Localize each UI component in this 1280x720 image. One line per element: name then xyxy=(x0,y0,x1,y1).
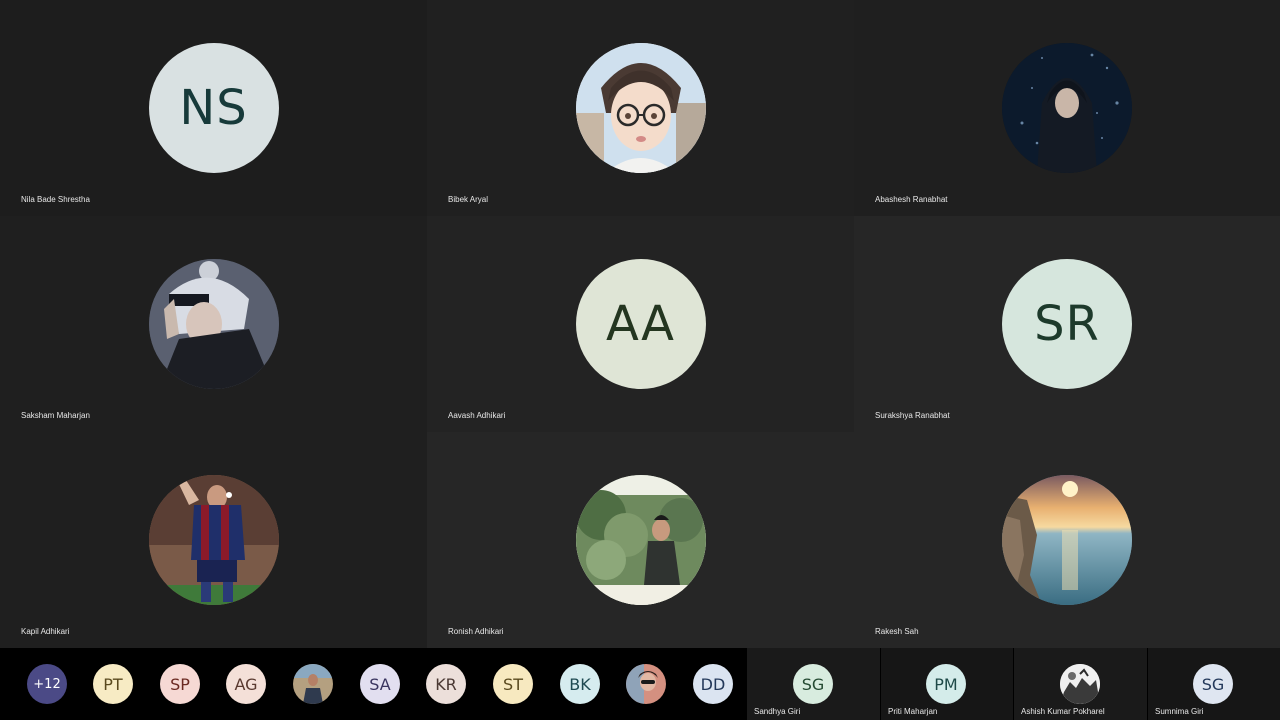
strip-avatar[interactable]: AG xyxy=(226,664,266,704)
avatar-initials: KR xyxy=(435,674,457,694)
avatar-initials: NS xyxy=(179,80,248,136)
participant-name: Ashish Kumar Pokharel xyxy=(1021,707,1105,716)
strip-avatar[interactable]: BK xyxy=(560,664,600,704)
avatar xyxy=(575,43,706,173)
avatar: NS xyxy=(148,43,279,173)
avatar xyxy=(148,259,279,389)
participant-tile[interactable]: Kapil Adhikari xyxy=(0,432,427,648)
participant-tile-small[interactable]: PM Priti Maharjan xyxy=(881,648,1013,720)
participant-tile-small[interactable]: SG Sandhya Giri xyxy=(747,648,880,720)
participant-tile[interactable]: Rakesh Sah xyxy=(854,432,1280,648)
avatar-initials: SA xyxy=(369,674,391,694)
avatar-initials: PM xyxy=(934,674,958,694)
strip-avatar[interactable] xyxy=(626,664,666,704)
person-photo-2 xyxy=(626,664,666,704)
participant-name: Priti Maharjan xyxy=(888,707,938,716)
participant-name: Sumnima Giri xyxy=(1155,707,1204,716)
participant-tile[interactable]: Saksham Maharjan xyxy=(0,216,427,432)
strip-avatar[interactable]: ST xyxy=(493,664,533,704)
avatar-initials: SR xyxy=(1034,296,1100,352)
strip-avatar[interactable]: DD xyxy=(693,664,733,704)
participant-name: Surakshya Ranabhat xyxy=(875,411,950,420)
avatar-initials: AA xyxy=(605,296,675,352)
anime-dark-hair-photo xyxy=(148,259,279,389)
overflow-count: +12 xyxy=(33,676,61,692)
avatar xyxy=(1002,43,1132,173)
avatar xyxy=(1060,664,1100,704)
participant-name: Bibek Aryal xyxy=(448,195,489,204)
avatar: PM xyxy=(926,664,966,704)
video-grid: NS Nila Bade Shrestha Bibek Aryal Abashe… xyxy=(0,0,1280,648)
avatar: SG xyxy=(793,664,833,704)
participant-name: Nila Bade Shrestha xyxy=(21,195,90,204)
bw-photo xyxy=(1060,664,1100,704)
avatar xyxy=(575,475,706,605)
strip-avatar[interactable]: SA xyxy=(360,664,400,704)
participant-tile[interactable]: NS Nila Bade Shrestha xyxy=(0,0,427,216)
avatar: SG xyxy=(1193,664,1233,704)
avatar-initials: BK xyxy=(569,674,591,694)
strip-avatar[interactable] xyxy=(293,664,333,704)
sunset-sea-photo xyxy=(1002,475,1132,605)
avatar-initials: SP xyxy=(170,674,190,694)
avatar-initials: ST xyxy=(503,674,523,694)
participant-tile-small[interactable]: Ashish Kumar Pokharel xyxy=(1014,648,1147,720)
participant-tile[interactable]: Bibek Aryal xyxy=(427,0,854,216)
strip-avatar[interactable]: KR xyxy=(426,664,466,704)
avatar-initials: PT xyxy=(103,674,123,694)
participant-name: Sandhya Giri xyxy=(754,707,801,716)
participant-name: Ronish Adhikari xyxy=(448,627,504,636)
strip-avatar[interactable]: SP xyxy=(160,664,200,704)
participant-tile[interactable]: Ronish Adhikari xyxy=(427,432,854,648)
strip-avatar[interactable]: PT xyxy=(93,664,133,704)
avatar: AA xyxy=(575,259,706,389)
hooded-figure-photo xyxy=(1002,43,1132,173)
avatar-initials: SG xyxy=(1201,674,1225,694)
participant-name: Kapil Adhikari xyxy=(21,627,70,636)
participant-tile[interactable]: SR Surakshya Ranabhat xyxy=(854,216,1280,432)
participant-tile[interactable]: AA Aavash Adhikari xyxy=(427,216,854,432)
participant-tile-small[interactable]: SG Sumnima Giri xyxy=(1148,648,1280,720)
participant-name: Aavash Adhikari xyxy=(448,411,506,420)
participant-name: Saksham Maharjan xyxy=(21,411,90,420)
avatar xyxy=(1002,475,1132,605)
overflow-count-button[interactable]: +12 xyxy=(27,664,67,704)
participant-name: Rakesh Sah xyxy=(875,627,919,636)
avatar-initials: AG xyxy=(234,674,258,694)
avatar xyxy=(148,475,279,605)
man-in-forest-photo xyxy=(575,475,706,605)
avatar-initials: DD xyxy=(700,674,726,694)
person-photo xyxy=(293,664,333,704)
participant-name: Abashesh Ranabhat xyxy=(875,195,948,204)
avatar-initials: SG xyxy=(801,674,825,694)
avatar: SR xyxy=(1002,259,1132,389)
participant-tile[interactable]: Abashesh Ranabhat xyxy=(854,0,1280,216)
footballer-photo xyxy=(148,475,279,605)
anime-boy-glasses-photo xyxy=(575,43,706,173)
